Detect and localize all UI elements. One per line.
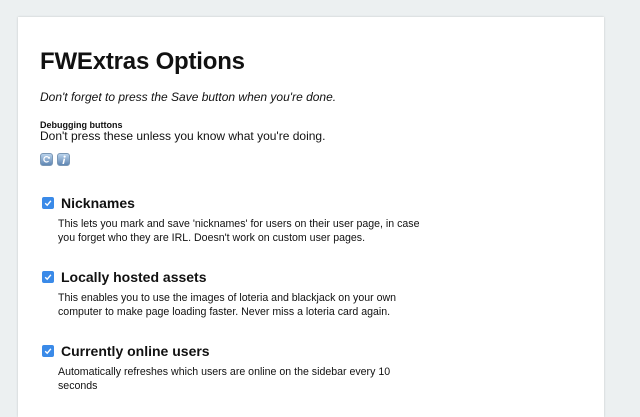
online-users-checkbox[interactable] xyxy=(42,345,54,357)
option-label: Currently online users xyxy=(61,343,210,359)
debug-description: Don't press these unless you know what y… xyxy=(40,129,326,143)
options-panel: FWExtras Options Don't forget to press t… xyxy=(18,17,604,417)
page-title: FWExtras Options xyxy=(40,48,245,75)
option-nicknames: Nicknames This lets you mark and save 'n… xyxy=(40,194,440,245)
option-description: This lets you mark and save 'nicknames' … xyxy=(58,218,420,244)
nicknames-checkbox[interactable] xyxy=(42,197,54,209)
refresh-button[interactable] xyxy=(40,153,53,166)
option-label: Locally hosted assets xyxy=(61,269,207,285)
option-label: Nicknames xyxy=(61,195,135,211)
option-description: Automatically refreshes which users are … xyxy=(58,366,391,392)
checkmark-icon xyxy=(44,274,52,281)
local-assets-checkbox[interactable] xyxy=(42,271,54,283)
info-icon xyxy=(62,155,66,164)
checkmark-icon xyxy=(44,348,52,355)
refresh-icon xyxy=(43,155,51,163)
info-button[interactable] xyxy=(57,153,70,166)
option-description: This enables you to use the images of lo… xyxy=(58,292,397,318)
save-reminder: Don't forget to press the Save button wh… xyxy=(40,90,337,104)
option-local-assets: Locally hosted assets This enables you t… xyxy=(40,268,440,319)
option-online-users: Currently online users Automatically ref… xyxy=(40,342,440,393)
checkmark-icon xyxy=(44,200,52,207)
